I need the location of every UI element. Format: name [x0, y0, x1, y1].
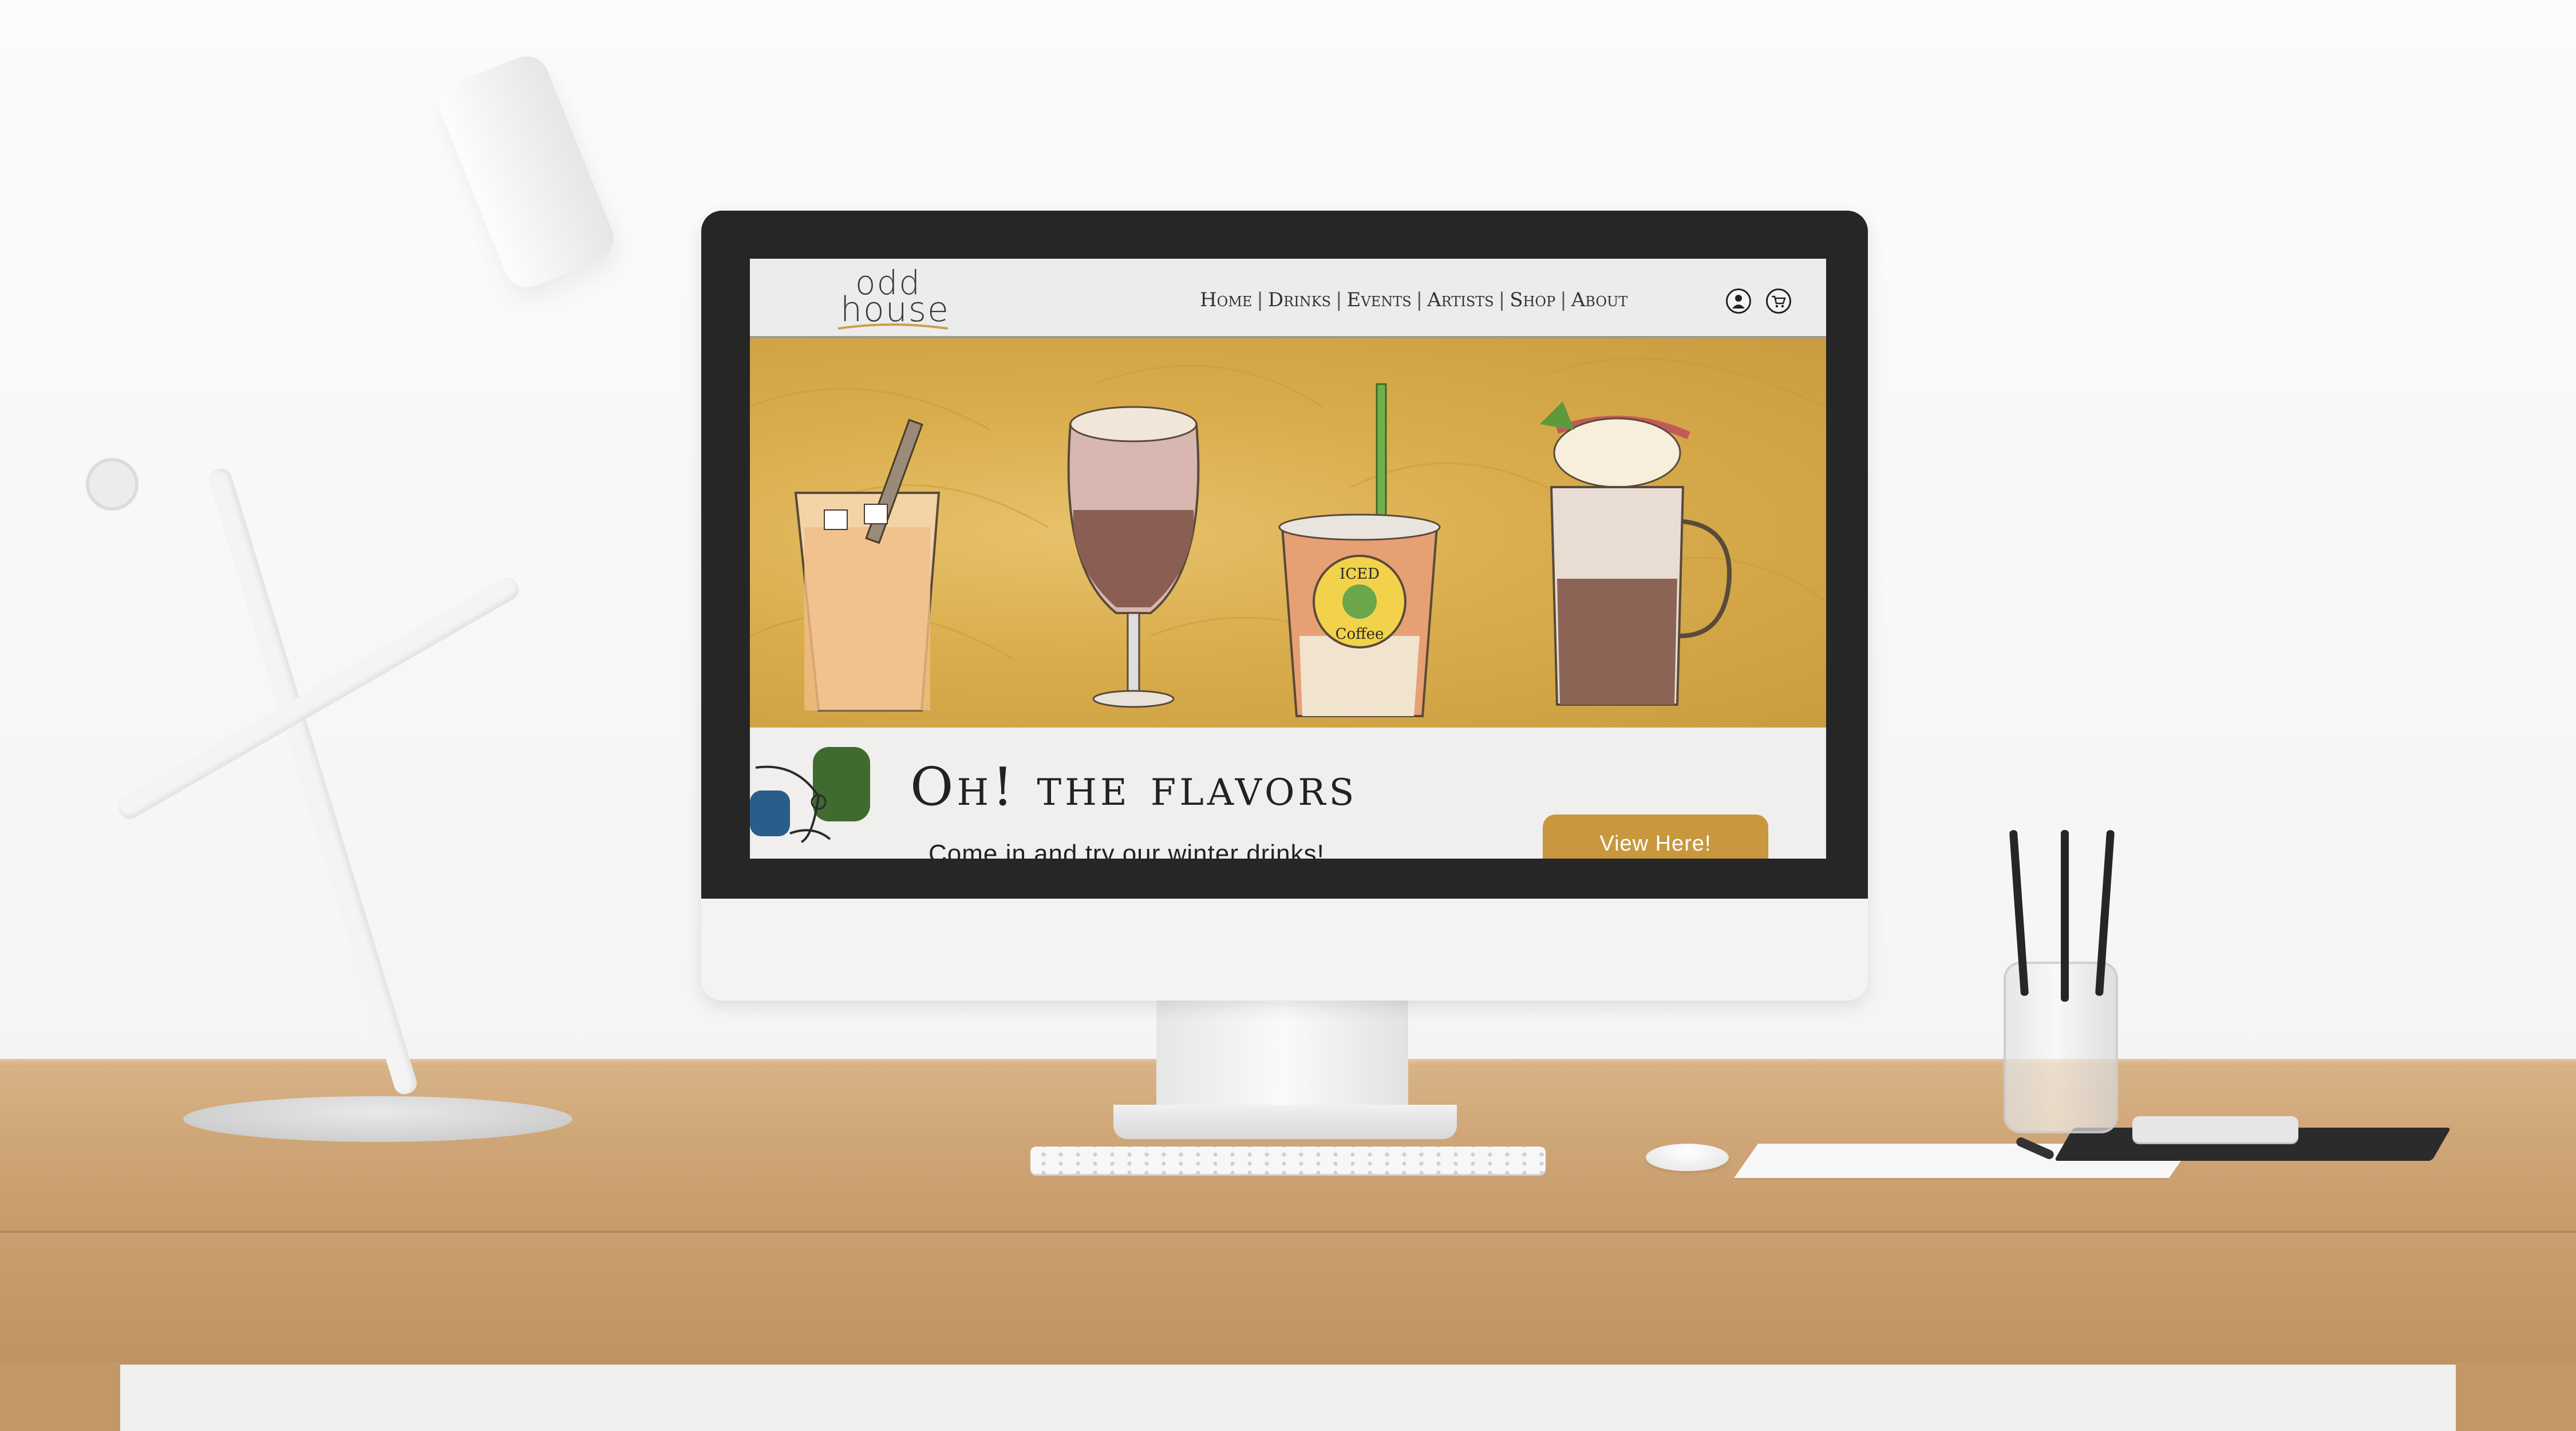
- drink-mason-jar: [1540, 401, 1732, 706]
- shopping-cart-icon: [1772, 295, 1786, 308]
- phone: [2132, 1116, 2298, 1143]
- view-here-button[interactable]: View Here!: [1543, 815, 1768, 859]
- pencil-2: [2061, 830, 2069, 1002]
- nav-home[interactable]: Home: [1196, 288, 1255, 311]
- promo-band: Oh! the flavors Come in and try our wint…: [750, 728, 1826, 859]
- site-header: odd house Home | Drinks | Events | Artis…: [750, 259, 1826, 338]
- nav-artists[interactable]: Artists: [1424, 288, 1498, 311]
- lamp-base: [183, 1096, 572, 1142]
- monitor-chin: [701, 899, 1868, 1001]
- cup-label-top: ICED: [1340, 566, 1380, 583]
- keyboard: [1030, 1147, 1546, 1174]
- drink-tulip-mocha: [1067, 406, 1200, 708]
- logo-swoosh-icon: [837, 323, 949, 330]
- account-icon[interactable]: [1726, 288, 1751, 314]
- nav-about[interactable]: About: [1568, 288, 1631, 311]
- nav-separator: |: [1416, 288, 1423, 311]
- face-illustration-icon: [750, 747, 870, 843]
- nav-drinks[interactable]: Drinks: [1265, 288, 1334, 311]
- under-desk-wall: [120, 1362, 2456, 1431]
- drink-iced-coffee: ICED Coffee: [1278, 383, 1441, 717]
- nav-separator: |: [1336, 288, 1342, 311]
- desk-apron: [0, 1231, 2576, 1365]
- nav-separator: |: [1498, 288, 1506, 311]
- cup-label-bottom: Coffee: [1336, 626, 1384, 643]
- drink-iced-latte: [794, 418, 941, 711]
- lamp-joint: [86, 458, 139, 511]
- website-screen: odd house Home | Drinks | Events | Artis…: [750, 259, 1826, 859]
- cart-icon[interactable]: [1766, 288, 1791, 314]
- nav-events[interactable]: Events: [1344, 288, 1415, 311]
- user-icon: [1732, 295, 1745, 309]
- nav-shop[interactable]: Shop: [1506, 288, 1559, 311]
- site-logo[interactable]: odd house: [836, 263, 950, 332]
- monitor-stand: [1156, 1001, 1408, 1115]
- monitor-stand-foot: [1113, 1105, 1457, 1139]
- mouse: [1646, 1144, 1729, 1171]
- lamp-head: [433, 49, 621, 294]
- nav-separator: |: [1560, 288, 1567, 311]
- desk-leg-left: [0, 1362, 120, 1431]
- promo-headline: Oh! the flavors: [910, 756, 1358, 817]
- hero-banner: ICED Coffee: [750, 338, 1826, 728]
- nav-separator: |: [1257, 288, 1263, 311]
- desk-leg-right: [2456, 1362, 2576, 1431]
- promo-subline: Come in and try our winter drinks!: [929, 840, 1325, 859]
- hero-drinks-illustration: ICED Coffee: [750, 358, 1826, 717]
- lamp-lower-arm: [206, 466, 420, 1097]
- main-nav: Home | Drinks | Events | Artists | Shop …: [1196, 288, 1631, 311]
